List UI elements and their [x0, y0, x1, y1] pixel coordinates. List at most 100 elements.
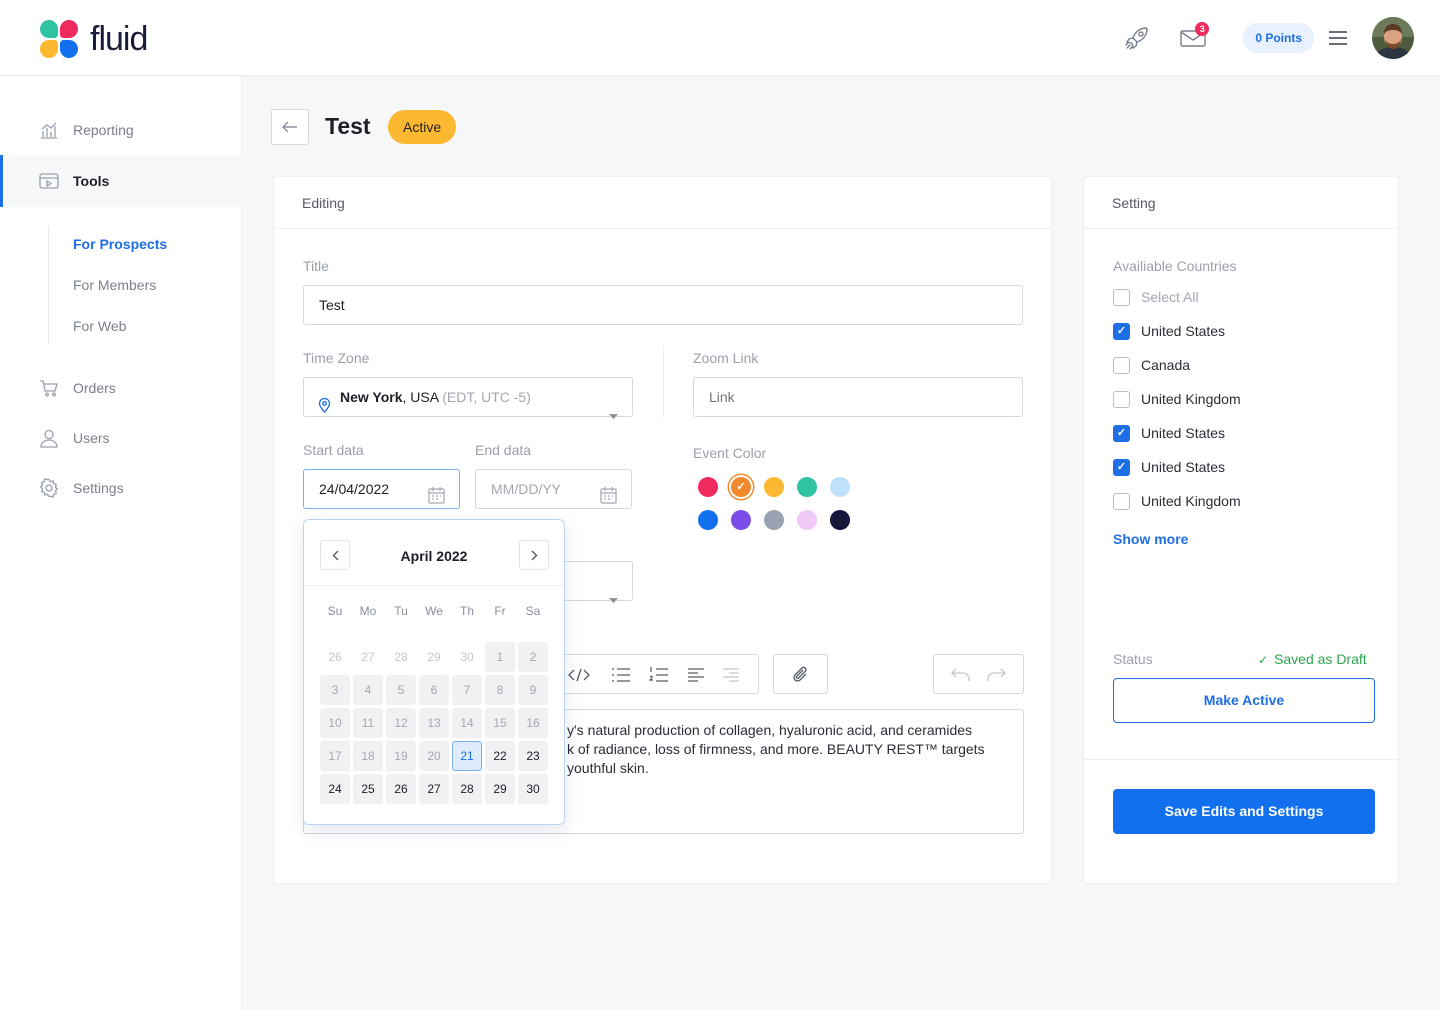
sidebar: Reporting Tools For Prospects For Member… [0, 76, 242, 1010]
redo-icon[interactable] [985, 665, 1007, 685]
checkbox-icon[interactable] [1113, 322, 1130, 340]
mail-icon[interactable]: 3 [1173, 18, 1213, 58]
calendar-icon[interactable] [600, 480, 617, 518]
calendar-day[interactable]: 3 [320, 675, 350, 705]
calendar-day[interactable]: 29 [485, 774, 515, 804]
calendar-day[interactable]: 9 [518, 675, 548, 705]
end-date-input[interactable]: MM/DD/YY [475, 469, 632, 509]
undo-icon[interactable] [950, 665, 972, 685]
calendar-day[interactable]: 27 [419, 774, 449, 804]
next-month-button[interactable] [519, 540, 549, 570]
calendar-day[interactable]: 1 [485, 642, 515, 672]
calendar-day[interactable]: 22 [485, 741, 515, 771]
draft-status: ✓ Saved as Draft [1258, 651, 1367, 667]
calendar-icon[interactable] [428, 480, 445, 518]
checkbox-icon[interactable] [1113, 390, 1130, 408]
tools-icon [38, 170, 60, 192]
country-checkbox[interactable]: United States [1113, 423, 1225, 443]
calendar-day[interactable]: 30 [518, 774, 548, 804]
menu-icon[interactable] [1318, 18, 1358, 58]
sidebar-item-reporting[interactable]: Reporting [0, 105, 242, 155]
calendar-day[interactable]: 24 [320, 774, 350, 804]
cart-icon [38, 377, 60, 399]
calendar-day[interactable]: 8 [485, 675, 515, 705]
calendar-day[interactable]: 12 [386, 708, 416, 738]
timezone-country: , USA [402, 389, 439, 405]
calendar-day[interactable]: 13 [419, 708, 449, 738]
select-all-checkbox[interactable]: Select All [1113, 287, 1199, 307]
make-active-button[interactable]: Make Active [1113, 678, 1375, 723]
align-right-icon[interactable] [720, 665, 742, 685]
checkbox-icon[interactable] [1113, 356, 1130, 374]
zoom-link-input[interactable] [693, 377, 1023, 417]
start-date-input[interactable]: 24/04/2022 [303, 469, 460, 509]
calendar-day[interactable]: 11 [353, 708, 383, 738]
calendar-day[interactable]: 25 [353, 774, 383, 804]
checkbox-icon[interactable] [1113, 288, 1130, 306]
calendar-day[interactable]: 19 [386, 741, 416, 771]
country-checkbox[interactable]: Canada [1113, 355, 1190, 375]
code-icon[interactable] [568, 665, 590, 685]
rocket-icon[interactable] [1117, 18, 1157, 58]
country-checkbox[interactable]: United States [1113, 321, 1225, 341]
color-swatch[interactable] [764, 477, 784, 497]
title-input[interactable]: Test [303, 285, 1023, 325]
color-swatch[interactable] [797, 510, 817, 530]
calendar-day[interactable]: 17 [320, 741, 350, 771]
color-swatch[interactable] [830, 510, 850, 530]
color-swatch[interactable] [830, 477, 850, 497]
user-avatar[interactable] [1372, 17, 1414, 59]
calendar-day[interactable]: 10 [320, 708, 350, 738]
weekday-label: Th [459, 604, 474, 618]
country-label: United States [1141, 459, 1226, 475]
color-swatch[interactable] [764, 510, 784, 530]
calendar-day[interactable]: 16 [518, 708, 548, 738]
calendar-day[interactable]: 23 [518, 741, 548, 771]
paperclip-icon[interactable] [790, 665, 812, 685]
timezone-select[interactable]: New York, USA (EDT, UTC -5) [303, 377, 633, 419]
color-swatch[interactable] [731, 477, 751, 497]
calendar-day[interactable]: 2 [518, 642, 548, 672]
calendar-day[interactable]: 4 [353, 675, 383, 705]
subnav-item-for-members[interactable]: For Members [73, 277, 156, 293]
brand-logo[interactable]: fluid [40, 20, 148, 58]
country-checkbox[interactable]: United Kingdom [1113, 491, 1241, 511]
calendar-day[interactable]: 26 [386, 774, 416, 804]
numbered-list-icon[interactable] [648, 665, 670, 685]
calendar-day[interactable]: 14 [452, 708, 482, 738]
calendar-day[interactable]: 20 [419, 741, 449, 771]
calendar-day[interactable]: 28 [452, 774, 482, 804]
sidebar-item-label: Settings [73, 480, 124, 496]
caret-down-icon [609, 579, 618, 617]
show-more-link[interactable]: Show more [1113, 531, 1188, 547]
bullet-list-icon[interactable] [610, 665, 632, 685]
calendar-day[interactable]: 6 [419, 675, 449, 705]
calendar-day[interactable]: 21 [452, 741, 482, 771]
save-edits-button[interactable]: Save Edits and Settings [1113, 789, 1375, 834]
subnav-item-for-prospects[interactable]: For Prospects [73, 236, 167, 252]
sidebar-item-settings[interactable]: Settings [0, 463, 242, 513]
back-button[interactable] [271, 109, 309, 145]
calendar-day[interactable]: 7 [452, 675, 482, 705]
align-left-icon[interactable] [685, 665, 707, 685]
points-badge[interactable]: 0 Points [1243, 23, 1314, 53]
calendar-day: 26 [328, 650, 342, 664]
checkbox-icon[interactable] [1113, 458, 1130, 476]
calendar-day[interactable]: 5 [386, 675, 416, 705]
subnav-item-for-web[interactable]: For Web [73, 318, 126, 334]
color-swatch[interactable] [698, 510, 718, 530]
sidebar-item-users[interactable]: Users [0, 413, 242, 463]
color-swatch[interactable] [797, 477, 817, 497]
location-pin-icon [318, 389, 331, 427]
country-checkbox[interactable]: United States [1113, 457, 1225, 477]
calendar-day[interactable]: 18 [353, 741, 383, 771]
sidebar-item-tools[interactable]: Tools [0, 155, 242, 207]
calendar-day: 28 [394, 650, 408, 664]
color-swatch[interactable] [698, 477, 718, 497]
color-swatch[interactable] [731, 510, 751, 530]
checkbox-icon[interactable] [1113, 424, 1130, 442]
calendar-day[interactable]: 15 [485, 708, 515, 738]
country-checkbox[interactable]: United Kingdom [1113, 389, 1241, 409]
checkbox-icon[interactable] [1113, 492, 1130, 510]
sidebar-item-orders[interactable]: Orders [0, 363, 242, 413]
